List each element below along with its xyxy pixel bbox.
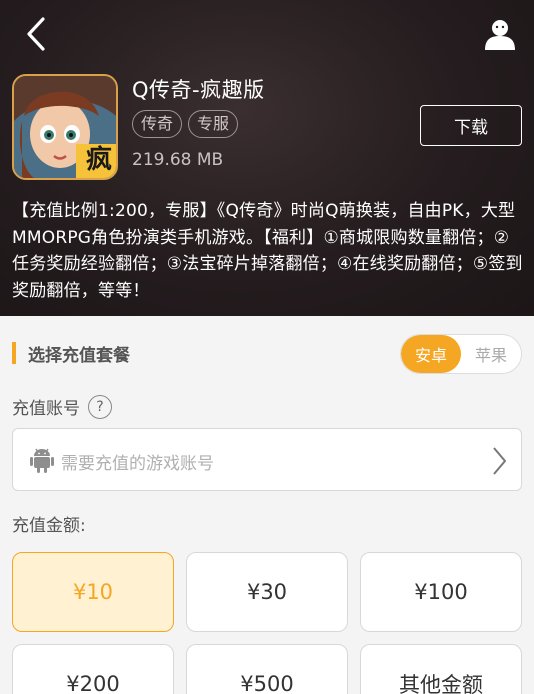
game-tag: 专服 <box>188 110 239 138</box>
game-tag: 传奇 <box>132 110 183 138</box>
platform-toggle[interactable]: 安卓 苹果 <box>400 334 522 374</box>
account-label-row: 充值账号 ? <box>12 394 112 419</box>
user-button[interactable] <box>478 12 522 56</box>
help-icon[interactable]: ? <box>88 394 112 419</box>
download-button[interactable]: 下载 <box>420 105 522 146</box>
game-header: 疯 Q传奇-疯趣版 传奇 专服 219.68 MB 下载 【充值比例1:200，… <box>0 0 534 316</box>
amount-option-100[interactable]: ¥100 <box>360 552 522 632</box>
amount-option-500[interactable]: ¥500 <box>186 644 348 694</box>
game-title: Q传奇-疯趣版 <box>132 78 265 102</box>
amount-option-30[interactable]: ¥30 <box>186 552 348 632</box>
game-icon-badge: 疯 <box>85 145 112 175</box>
section-title: 选择充值套餐 <box>28 346 130 366</box>
android-icon <box>30 448 54 473</box>
game-tags: 传奇 专服 <box>132 110 239 138</box>
chevron-left-icon <box>27 17 45 51</box>
amount-option-10[interactable]: ¥10 <box>12 552 174 632</box>
platform-android-option[interactable]: 安卓 <box>401 335 461 373</box>
account-select-field[interactable]: 需要充值的游戏账号 <box>12 428 522 491</box>
user-avatar-icon <box>485 20 515 50</box>
chevron-right-icon <box>493 447 506 475</box>
game-size: 219.68 MB <box>132 150 224 170</box>
amount-label: 充值金额: <box>12 516 86 536</box>
game-description: 【充值比例1:200，专服】《Q传奇》时尚Q萌换装，自由PK，大型MMORPG角… <box>12 201 523 301</box>
back-button[interactable] <box>16 12 56 56</box>
account-placeholder: 需要充值的游戏账号 <box>61 454 214 474</box>
game-icon-image: 疯 <box>12 74 118 180</box>
account-label: 充值账号 <box>12 399 80 419</box>
section-accent-bar <box>12 342 16 364</box>
amount-option-other[interactable]: 其他金额 <box>360 644 522 694</box>
amount-option-200[interactable]: ¥200 <box>12 644 174 694</box>
platform-ios-option[interactable]: 苹果 <box>461 335 521 373</box>
